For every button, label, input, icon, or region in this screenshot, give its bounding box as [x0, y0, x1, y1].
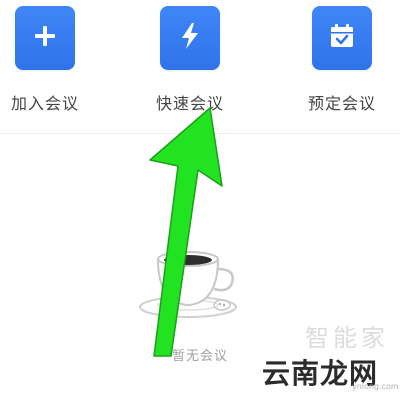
watermark-url: ynlong.com [352, 382, 399, 391]
schedule-meeting-tile[interactable] [312, 6, 372, 70]
watermark-top: 智能家 [305, 324, 389, 352]
coffee-cup-icon [138, 245, 248, 325]
lightning-icon [178, 22, 202, 54]
quick-meeting-tile[interactable] [160, 6, 220, 70]
join-meeting-tile[interactable] [15, 6, 75, 70]
quick-meeting-label: 快速会议 [155, 94, 224, 113]
calendar-check-icon [328, 22, 356, 54]
schedule-meeting-label: 预定会议 [307, 94, 376, 113]
plus-icon [33, 24, 57, 52]
empty-state-text: 暂无会议 [171, 349, 228, 364]
join-meeting-label: 加入会议 [10, 94, 79, 113]
schedule-meeting-button[interactable]: 预定会议 [287, 6, 397, 114]
join-meeting-button[interactable]: 加入会议 [0, 6, 100, 114]
quick-meeting-button[interactable]: 快速会议 [135, 6, 245, 114]
section-divider [0, 133, 400, 134]
